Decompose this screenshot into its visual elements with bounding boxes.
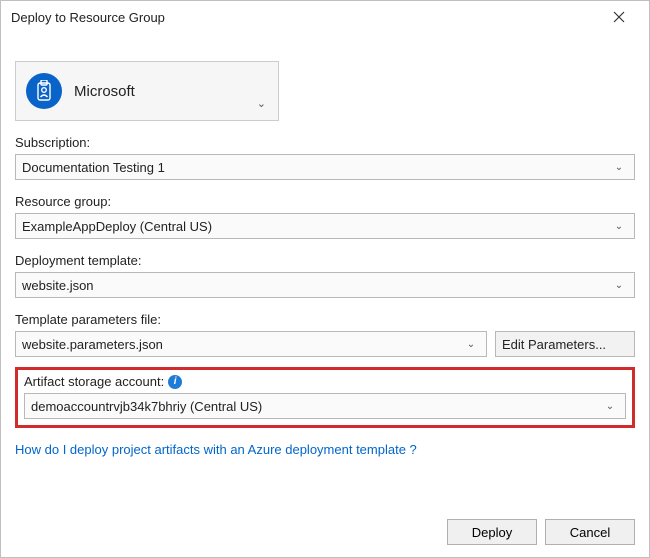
- chevron-down-icon: ⌄: [257, 97, 266, 110]
- edit-parameters-button[interactable]: Edit Parameters...: [495, 331, 635, 357]
- subscription-value: Documentation Testing 1: [22, 160, 610, 175]
- titlebar: Deploy to Resource Group: [1, 1, 649, 33]
- edit-parameters-label: Edit Parameters...: [502, 337, 606, 352]
- cancel-button[interactable]: Cancel: [545, 519, 635, 545]
- close-icon: [613, 11, 625, 23]
- deployment-template-value: website.json: [22, 278, 610, 293]
- resource-group-field: Resource group: ExampleAppDeploy (Centra…: [15, 194, 635, 239]
- resource-group-label: Resource group:: [15, 194, 635, 209]
- deployment-template-combo[interactable]: website.json ⌄: [15, 272, 635, 298]
- chevron-down-icon: ⌄: [610, 280, 628, 291]
- dialog-footer: Deploy Cancel: [447, 519, 635, 545]
- deploy-dialog: Deploy to Resource Group Microsoft ⌄ Sub…: [0, 0, 650, 558]
- subscription-combo[interactable]: Documentation Testing 1 ⌄: [15, 154, 635, 180]
- template-parameters-combo[interactable]: website.parameters.json ⌄: [15, 331, 487, 357]
- artifact-storage-label-row: Artifact storage account: i: [24, 374, 182, 389]
- template-parameters-field: Template parameters file: website.parame…: [15, 312, 635, 357]
- window-title: Deploy to Resource Group: [11, 10, 599, 25]
- artifact-storage-highlight: Artifact storage account: i demoaccountr…: [15, 367, 635, 428]
- deployment-template-field: Deployment template: website.json ⌄: [15, 253, 635, 298]
- account-selector[interactable]: Microsoft ⌄: [15, 61, 279, 121]
- deployment-template-label: Deployment template:: [15, 253, 635, 268]
- badge-icon: [35, 80, 53, 102]
- resource-group-value: ExampleAppDeploy (Central US): [22, 219, 610, 234]
- template-parameters-label: Template parameters file:: [15, 312, 635, 327]
- artifact-storage-label: Artifact storage account:: [24, 374, 164, 389]
- chevron-down-icon: ⌄: [601, 401, 619, 412]
- close-button[interactable]: [599, 3, 639, 31]
- subscription-label: Subscription:: [15, 135, 635, 150]
- info-icon[interactable]: i: [168, 375, 182, 389]
- artifact-storage-value: demoaccountrvjb34k7bhriy (Central US): [31, 399, 601, 414]
- account-name: Microsoft: [74, 83, 135, 100]
- chevron-down-icon: ⌄: [610, 162, 628, 173]
- help-link[interactable]: How do I deploy project artifacts with a…: [15, 442, 635, 457]
- deploy-button[interactable]: Deploy: [447, 519, 537, 545]
- chevron-down-icon: ⌄: [462, 339, 480, 350]
- artifact-storage-combo[interactable]: demoaccountrvjb34k7bhriy (Central US) ⌄: [24, 393, 626, 419]
- resource-group-combo[interactable]: ExampleAppDeploy (Central US) ⌄: [15, 213, 635, 239]
- account-avatar: [26, 73, 62, 109]
- subscription-field: Subscription: Documentation Testing 1 ⌄: [15, 135, 635, 180]
- chevron-down-icon: ⌄: [610, 221, 628, 232]
- template-parameters-value: website.parameters.json: [22, 337, 462, 352]
